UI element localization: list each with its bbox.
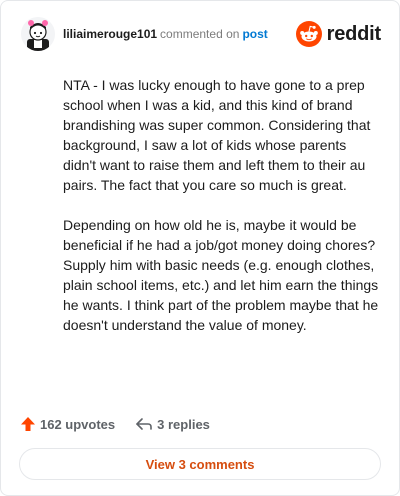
username-link[interactable]: liliaimerouge101 (63, 27, 157, 41)
upvote-count: 162 upvotes (40, 416, 116, 432)
comment-meta: liliaimerouge101 commented on post (63, 26, 268, 42)
comment-body: NTA - I was lucky enough to have gone to… (63, 75, 383, 355)
comment-paragraph: Depending on how old he is, maybe it wou… (63, 217, 379, 333)
replies-button[interactable]: 3 replies (135, 416, 210, 432)
upvote-arrow-icon (21, 417, 35, 431)
reddit-wordmark: reddit (326, 22, 382, 45)
comment-card: liliaimerouge101 commented on post reddit … (0, 0, 400, 496)
comment-actions: 162 upvotes 3 replies (20, 413, 210, 435)
reddit-brand[interactable]: reddit (295, 20, 382, 48)
comment-header: liliaimerouge101 commented on post (21, 17, 268, 51)
post-link[interactable]: post (242, 27, 267, 41)
view-comments-button[interactable]: View 3 comments (19, 448, 381, 480)
reddit-logo-icon (295, 21, 322, 47)
comment-paragraph: NTA - I was lucky enough to have gone to… (63, 77, 371, 193)
commented-on-text: commented on (160, 27, 240, 41)
upvote-button[interactable]: 162 upvotes (20, 416, 115, 432)
reply-count: 3 replies (157, 416, 210, 432)
avatar-icon (21, 17, 55, 51)
reply-arrow-icon (136, 418, 152, 430)
user-avatar[interactable] (21, 17, 55, 51)
